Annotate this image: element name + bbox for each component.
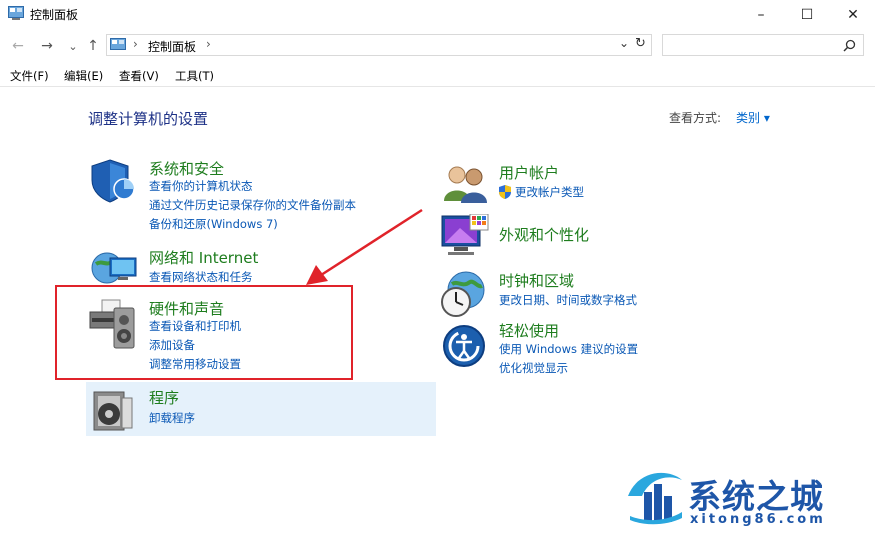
shield-icon bbox=[91, 159, 135, 203]
address-separator: › bbox=[133, 37, 138, 51]
menu-edit[interactable]: 编辑(E) bbox=[64, 68, 103, 84]
user-accounts-icon bbox=[444, 166, 487, 203]
annotation-arrow-icon bbox=[306, 208, 423, 285]
link-view-computer-status[interactable]: 查看你的计算机状态 bbox=[149, 177, 253, 196]
recent-locations-button[interactable]: ⌄ bbox=[64, 37, 82, 55]
address-bar[interactable]: › 控制面板 › ⌄ ↻ bbox=[106, 34, 652, 56]
refresh-icon[interactable]: ↻ bbox=[635, 36, 646, 51]
menu-file[interactable]: 文件(F) bbox=[10, 68, 49, 84]
clock-globe-icon bbox=[441, 271, 485, 317]
link-change-account-type[interactable]: 更改帐户类型 bbox=[515, 183, 584, 202]
category-clock-region[interactable]: 时钟和区域 bbox=[499, 270, 574, 291]
watermark-logo-icon bbox=[628, 472, 682, 525]
search-input[interactable] bbox=[662, 34, 864, 56]
address-separator-trailing: › bbox=[206, 37, 211, 51]
menu-tools[interactable]: 工具(T) bbox=[175, 68, 214, 84]
programs-icon bbox=[93, 391, 133, 431]
back-button[interactable]: ← bbox=[9, 37, 27, 55]
minimize-button[interactable]: – bbox=[738, 0, 784, 30]
address-path-control-panel[interactable]: 控制面板 bbox=[148, 38, 196, 55]
window-title: 控制面板 bbox=[30, 8, 79, 22]
link-optimize-visual-display[interactable]: 优化视觉显示 bbox=[499, 359, 568, 378]
category-appearance-personalization[interactable]: 外观和个性化 bbox=[499, 224, 589, 245]
link-change-date-time-format[interactable]: 更改日期、时间或数字格式 bbox=[499, 291, 637, 310]
ease-of-access-icon bbox=[443, 325, 485, 367]
watermark-url: xitong86.com bbox=[690, 512, 826, 527]
search-icon[interactable] bbox=[843, 39, 856, 52]
annotation-highlight-box bbox=[55, 285, 353, 380]
forward-button[interactable]: → bbox=[38, 37, 56, 55]
menu-view[interactable]: 查看(V) bbox=[119, 68, 159, 84]
link-uninstall-program[interactable]: 卸载程序 bbox=[149, 409, 195, 428]
control-panel-app-icon bbox=[8, 6, 24, 20]
category-programs[interactable]: 程序 bbox=[149, 387, 179, 408]
up-button[interactable]: ↑ bbox=[84, 37, 102, 55]
appearance-personalization-icon bbox=[441, 214, 489, 255]
page-heading: 调整计算机的设置 bbox=[88, 110, 209, 128]
maximize-button[interactable]: ☐ bbox=[784, 0, 830, 30]
view-by-dropdown[interactable]: 类别 ▾ bbox=[736, 109, 770, 126]
category-user-accounts[interactable]: 用户帐户 bbox=[499, 162, 559, 183]
link-windows-recommended-settings[interactable]: 使用 Windows 建议的设置 bbox=[499, 340, 638, 359]
network-globe-icon bbox=[91, 252, 137, 284]
category-network-internet[interactable]: 网络和 Internet bbox=[149, 247, 258, 268]
link-backup-restore[interactable]: 备份和还原(Windows 7) bbox=[149, 215, 278, 234]
watermark-text: 系统之城 bbox=[688, 477, 824, 516]
control-panel-icon bbox=[110, 38, 126, 50]
address-dropdown-icon[interactable]: ⌄ bbox=[619, 36, 629, 50]
uac-shield-icon bbox=[499, 185, 511, 199]
category-system-security[interactable]: 系统和安全 bbox=[149, 158, 224, 179]
close-button[interactable]: ✕ bbox=[830, 0, 875, 30]
category-ease-of-access[interactable]: 轻松使用 bbox=[499, 320, 559, 341]
programs-hover-highlight bbox=[86, 382, 436, 436]
view-by-label: 查看方式: bbox=[669, 111, 722, 125]
